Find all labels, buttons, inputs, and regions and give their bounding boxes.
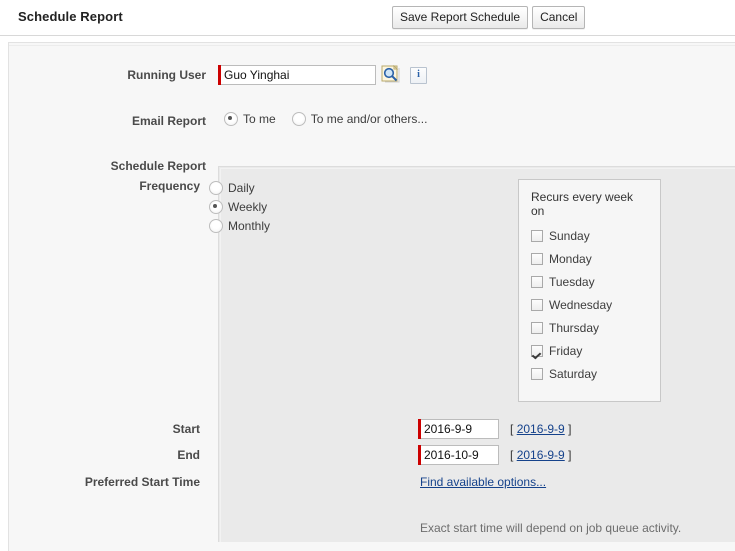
day-checkbox-thursday[interactable]: Thursday — [531, 321, 648, 335]
frequency-option-monthly[interactable]: Monthly — [209, 219, 270, 233]
email-option-to-me-label: To me — [243, 112, 276, 126]
day-label-monday: Monday — [549, 252, 592, 266]
header-button-group: Save Report Schedule Cancel — [392, 6, 586, 29]
day-label-tuesday: Tuesday — [549, 275, 595, 289]
bracket-open: [ — [510, 448, 514, 462]
weekly-recurrence-panel: Recurs every week on Sunday Monday Tuesd… — [518, 179, 661, 402]
email-option-to-me-and-others[interactable]: To me and/or others... — [291, 112, 428, 126]
day-label-wednesday: Wednesday — [549, 298, 613, 312]
preferred-start-time-label: Preferred Start Time — [84, 475, 200, 489]
email-report-radio-group: To me To me and/or others... — [224, 112, 427, 126]
find-available-options-link[interactable]: Find available options... — [420, 475, 546, 489]
radio-icon — [209, 200, 223, 214]
cancel-button[interactable]: Cancel — [532, 6, 586, 29]
email-option-to-me-and-others-label: To me and/or others... — [310, 112, 428, 126]
frequency-label-weekly: Weekly — [228, 200, 268, 214]
checkbox-icon — [531, 230, 543, 242]
job-queue-footnote: Exact start time will depend on job queu… — [420, 521, 682, 535]
checkbox-icon — [531, 276, 543, 288]
email-option-to-me[interactable]: To me — [224, 112, 276, 126]
bracket-close: ] — [568, 422, 572, 436]
frequency-label-daily: Daily — [228, 181, 255, 195]
save-report-schedule-button[interactable]: Save Report Schedule — [392, 6, 529, 29]
day-checkbox-sunday[interactable]: Sunday — [531, 229, 648, 243]
end-date-input[interactable] — [421, 445, 499, 465]
end-date-today-link[interactable]: 2016-9-9 — [517, 448, 565, 462]
checkbox-icon — [531, 322, 543, 334]
start-label: Start — [172, 422, 200, 436]
day-label-thursday: Thursday — [549, 321, 600, 335]
frequency-label: Frequency — [139, 179, 200, 193]
page-title: Schedule Report — [18, 9, 123, 24]
day-label-sunday: Sunday — [549, 229, 590, 243]
end-date-field-group: [ 2016-9-9 ] — [418, 445, 571, 465]
end-date-hint: [ 2016-9-9 ] — [510, 448, 571, 462]
start-date-field-group: [ 2016-9-9 ] — [418, 419, 571, 439]
radio-icon — [209, 219, 223, 233]
running-user-label: Running User — [127, 68, 206, 82]
radio-icon — [224, 112, 238, 126]
radio-icon — [209, 181, 223, 195]
frequency-option-daily[interactable]: Daily — [209, 181, 270, 195]
email-report-label: Email Report — [131, 114, 206, 128]
day-checkbox-saturday[interactable]: Saturday — [531, 367, 648, 381]
checkbox-icon — [531, 345, 543, 357]
bracket-open: [ — [510, 422, 514, 436]
radio-icon — [291, 112, 306, 126]
day-label-friday: Friday — [549, 344, 583, 358]
magnifier-icon[interactable] — [381, 64, 401, 85]
end-label: End — [177, 448, 200, 462]
checkbox-icon — [531, 368, 543, 380]
info-icon[interactable]: i — [410, 66, 427, 84]
recurrence-day-list: Sunday Monday Tuesday Wednesday Thursday… — [531, 229, 648, 381]
frequency-radio-group: Daily Weekly Monthly — [209, 181, 270, 233]
checkbox-icon — [531, 253, 543, 265]
day-checkbox-tuesday[interactable]: Tuesday — [531, 275, 648, 289]
info-icon-glyph: i — [417, 68, 420, 80]
day-checkbox-friday[interactable]: Friday — [531, 344, 648, 358]
frequency-option-weekly[interactable]: Weekly — [209, 200, 270, 214]
start-date-hint: [ 2016-9-9 ] — [510, 422, 571, 436]
checkbox-icon — [531, 299, 543, 311]
start-date-input[interactable] — [421, 419, 499, 439]
day-label-saturday: Saturday — [549, 367, 598, 381]
recurrence-title: Recurs every week on — [531, 190, 634, 218]
running-user-input[interactable] — [221, 65, 376, 85]
day-checkbox-monday[interactable]: Monday — [531, 252, 648, 266]
frequency-label-monthly: Monthly — [228, 219, 271, 233]
schedule-report-label: Schedule Report — [110, 159, 206, 173]
day-checkbox-wednesday[interactable]: Wednesday — [531, 298, 648, 312]
bracket-close: ] — [568, 448, 572, 462]
page-header: Schedule Report Save Report Schedule Can… — [0, 0, 735, 36]
running-user-field-group: i — [218, 64, 427, 85]
start-date-today-link[interactable]: 2016-9-9 — [517, 422, 565, 436]
